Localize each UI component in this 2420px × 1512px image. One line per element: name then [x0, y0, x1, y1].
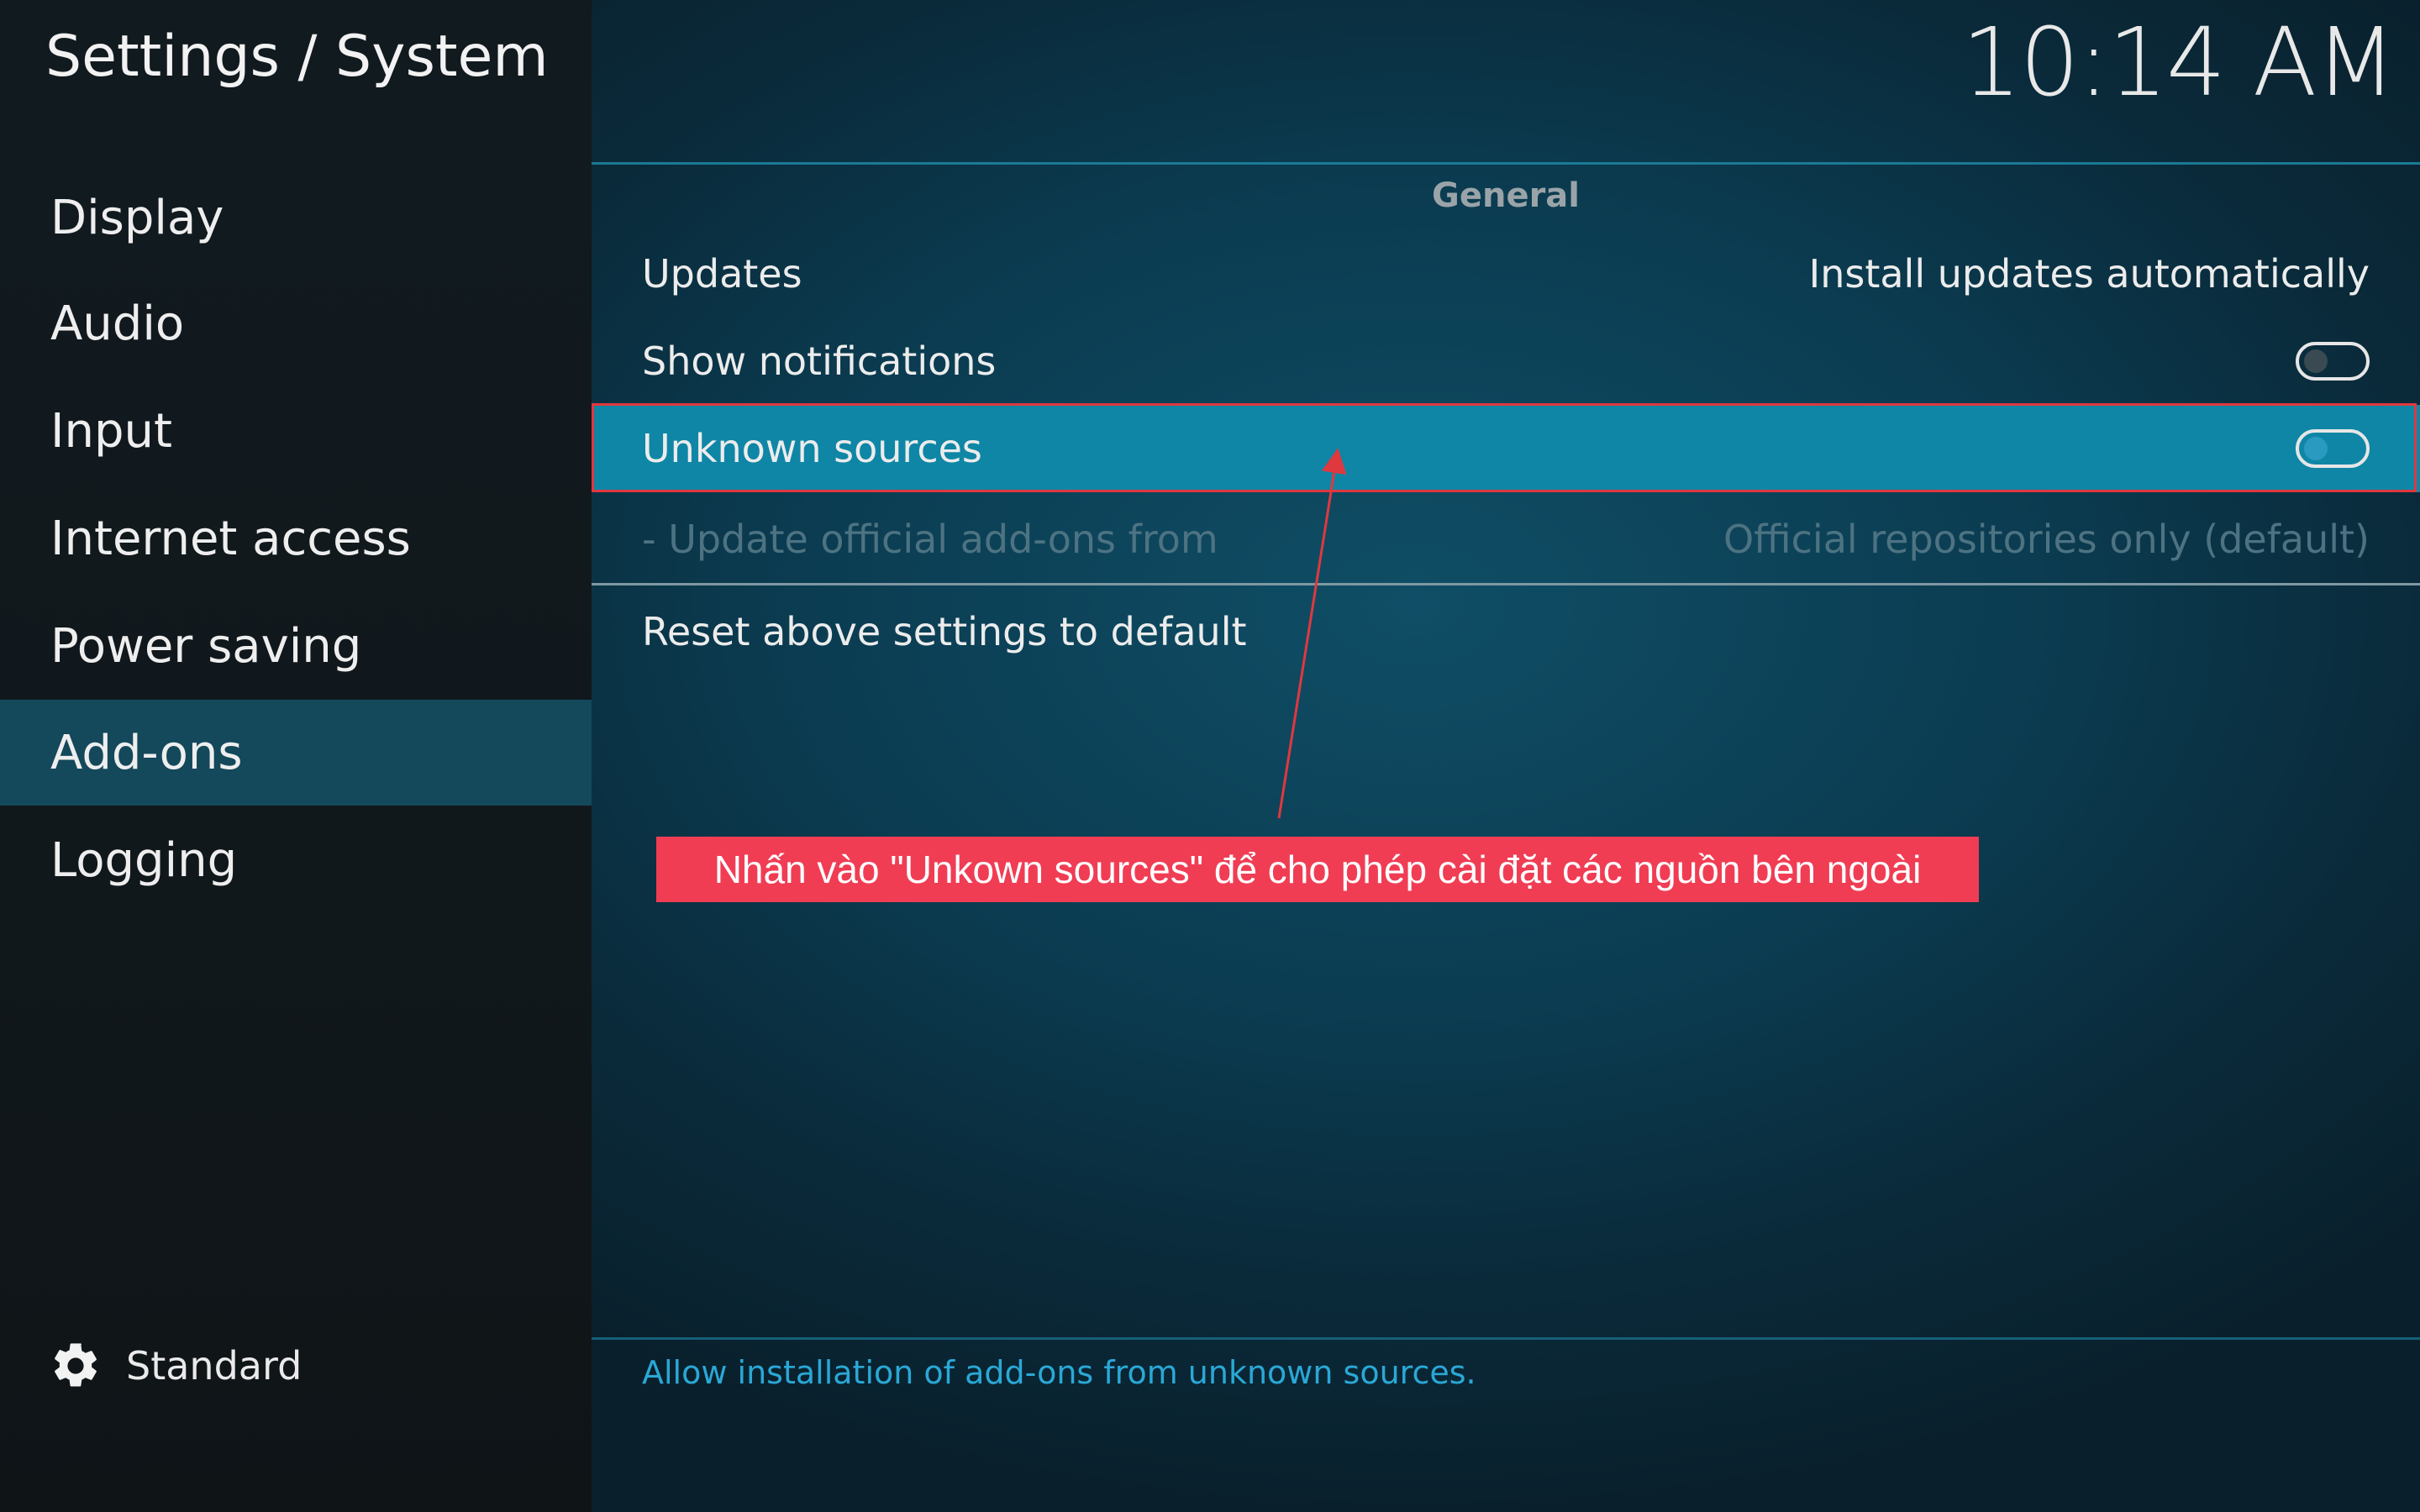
- reset-settings-button[interactable]: Reset above settings to default: [592, 588, 2420, 675]
- gear-icon: [55, 1343, 97, 1387]
- settings-panel: 10:14 AM General Updates Install updates…: [592, 0, 2420, 1512]
- toggle-knob: [2304, 349, 2328, 373]
- setting-update-official-addons: - Update official add-ons from Official …: [592, 496, 2420, 583]
- setting-value: Official repositories only (default): [1723, 517, 2370, 562]
- section-title: General: [1432, 176, 1580, 215]
- setting-help-text: Allow installation of add-ons from unkno…: [642, 1354, 1476, 1391]
- sidebar-item-input[interactable]: Input: [0, 378, 592, 484]
- sidebar-item-label: Audio: [50, 296, 185, 351]
- setting-unknown-sources[interactable]: Unknown sources: [592, 405, 2420, 492]
- sidebar-item-add-ons[interactable]: Add-ons: [0, 700, 592, 806]
- sidebar-item-label: Input: [50, 403, 173, 459]
- settings-level-label: Standard: [126, 1343, 302, 1389]
- sidebar-item-label: Add-ons: [50, 725, 243, 780]
- clock: 10:14 AM: [1961, 8, 2396, 118]
- sidebar-item-label: Internet access: [50, 511, 411, 566]
- sidebar-item-logging[interactable]: Logging: [0, 807, 592, 913]
- setting-label: Show notifications: [642, 339, 997, 384]
- page-title: Settings / System: [45, 24, 549, 90]
- unknown-sources-toggle[interactable]: [2296, 429, 2370, 468]
- setting-label: Unknown sources: [642, 426, 982, 471]
- sidebar-item-audio[interactable]: Audio: [0, 270, 592, 376]
- setting-label: - Update official add-ons from: [642, 517, 1218, 562]
- show-notifications-toggle[interactable]: [2296, 342, 2370, 381]
- sidebar-item-display[interactable]: Display: [0, 165, 592, 270]
- reset-label: Reset above settings to default: [642, 609, 1247, 654]
- bottom-divider: [592, 1337, 2420, 1340]
- sidebar-item-label: Power saving: [50, 618, 362, 674]
- kodi-settings-screen: Settings / System Display Audio Input In…: [0, 0, 2420, 1512]
- setting-label: Updates: [642, 251, 802, 297]
- setting-show-notifications[interactable]: Show notifications: [592, 318, 2420, 405]
- sidebar-item-label: Logging: [50, 832, 238, 888]
- toggle-knob: [2304, 437, 2328, 460]
- top-divider: [592, 162, 2420, 165]
- sidebar-item-internet-access[interactable]: Internet access: [0, 486, 592, 591]
- settings-divider: [592, 583, 2420, 585]
- settings-level-button[interactable]: Standard: [49, 1339, 302, 1393]
- sidebar: Settings / System Display Audio Input In…: [0, 0, 592, 1512]
- annotation-arrow: [1277, 448, 1347, 819]
- setting-value: Install updates automatically: [1808, 251, 2370, 297]
- sidebar-item-power-saving[interactable]: Power saving: [0, 593, 592, 699]
- annotation-callout: Nhấn vào "Unkown sources" để cho phép cà…: [656, 837, 1979, 902]
- setting-updates[interactable]: Updates Install updates automatically: [592, 230, 2420, 318]
- sidebar-item-label: Display: [50, 190, 224, 245]
